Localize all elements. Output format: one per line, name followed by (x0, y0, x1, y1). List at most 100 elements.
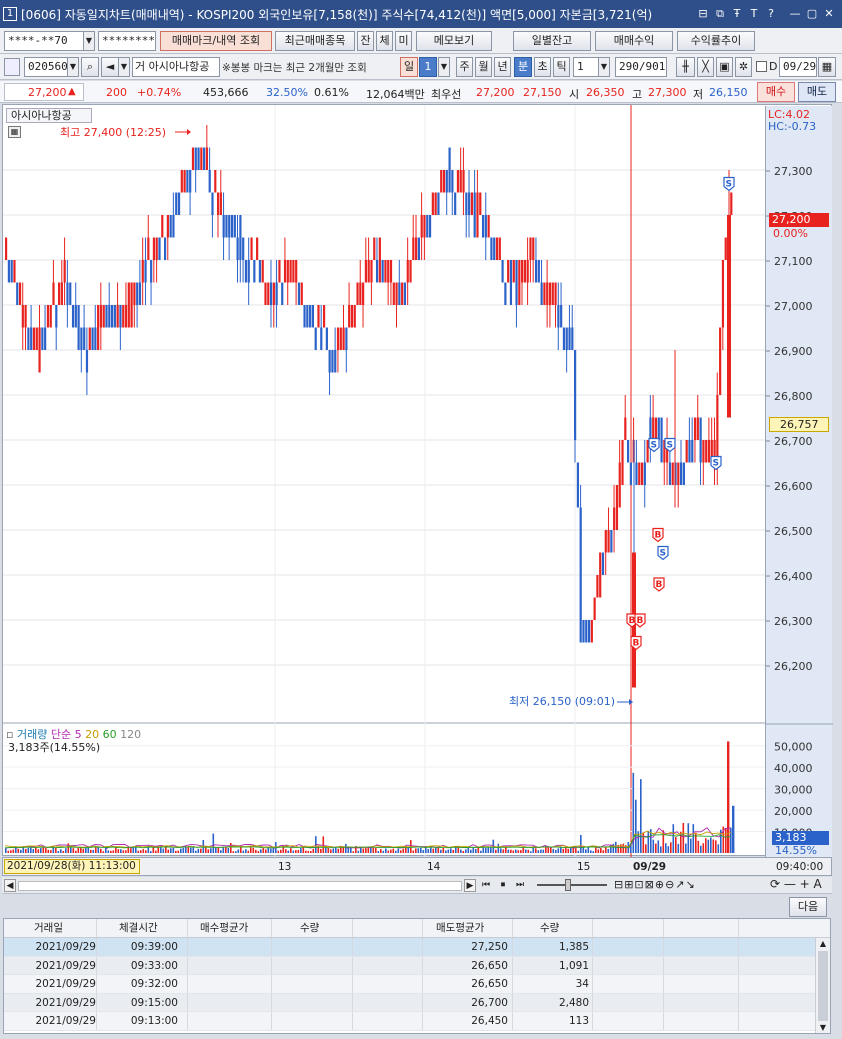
buy-button[interactable]: 매수 (757, 82, 795, 102)
chart-settings-icon[interactable] (4, 58, 20, 76)
sell-button[interactable]: 매도 (798, 82, 836, 102)
period-week-button[interactable]: 주 (456, 57, 473, 77)
maximize-icon[interactable]: ▢ (805, 7, 819, 21)
interval-input[interactable]: 1 (573, 57, 599, 77)
volume-bar (320, 848, 322, 853)
sound-dropdown-icon[interactable]: ▼ (118, 57, 130, 77)
save-icon[interactable]: ▣ (716, 57, 733, 77)
memo-button[interactable]: 메모보기 (416, 31, 492, 51)
period-dropdown-icon[interactable]: ▼ (438, 57, 450, 77)
speaker-icon[interactable]: ◄ (101, 57, 119, 77)
stock-name-field[interactable]: 거 아시아나항공 (132, 57, 220, 77)
candle-body (509, 260, 513, 305)
table-row[interactable]: 2021/09/29 09:39:00 27,250 1,385 (4, 938, 830, 957)
volume-bar (602, 850, 605, 853)
password-input[interactable]: ******** (98, 31, 156, 51)
help-icon[interactable]: ? (764, 7, 778, 21)
last-icon[interactable]: ⏭ (513, 879, 527, 892)
interval-dropdown-icon[interactable]: ▼ (598, 57, 610, 77)
minimize-icon[interactable]: — (788, 7, 802, 21)
price-chart[interactable]: B BBBSBS SSS (3, 105, 765, 857)
table-cell-sell-avg: 26,650 (471, 959, 508, 972)
period-second-button[interactable]: 초 (534, 57, 551, 77)
drawing-tools-icons[interactable]: ⊟⊞⊡⊠⊕⊖↗↘ (614, 878, 696, 891)
recent-trades-button[interactable]: 최근매매종목 (275, 31, 355, 51)
table-cell-sell-qty: 113 (568, 1015, 589, 1027)
table-row[interactable]: 2021/09/29 09:15:00 26,700 2,480 (4, 993, 830, 1012)
candle-body (716, 395, 719, 463)
candle-body (568, 327, 571, 350)
account-input[interactable]: ****-**70 (4, 31, 84, 51)
date-checkbox[interactable] (756, 61, 767, 72)
candle-body (434, 192, 437, 215)
executed-button[interactable]: 체 (376, 31, 393, 51)
data-count-field[interactable]: 290/901 (615, 57, 667, 77)
period-year-button[interactable]: 년 (494, 57, 511, 77)
volume-bar (220, 850, 222, 853)
trade-profit-button[interactable]: 매매수익 (595, 31, 673, 51)
candle-body (705, 440, 708, 463)
table-row[interactable]: 2021/09/29 09:13:00 26,450 113 (4, 1012, 830, 1031)
stop-icon[interactable]: ⏹ (496, 879, 510, 892)
scroll-right-icon[interactable]: ▶ (464, 879, 476, 892)
volume-bar (177, 850, 180, 853)
pin-icon[interactable]: Ŧ (730, 7, 744, 21)
candle-body (562, 327, 566, 350)
profit-trend-button[interactable]: 수익률추이 (677, 31, 755, 51)
table-scroll-thumb[interactable] (818, 951, 828, 1021)
table-grid-icon[interactable]: ▦ (8, 126, 21, 138)
x-cursor-label: 2021/09/28(화) 11:13:00 (4, 859, 140, 874)
table-scroll-up-icon[interactable]: ▲ (816, 938, 830, 950)
first-icon[interactable]: ⏮ (479, 879, 493, 892)
volume-bar (517, 850, 520, 853)
trade-mark-query-button[interactable]: 매매마크/내역 조회 (160, 31, 272, 51)
candle-body (640, 462, 644, 485)
gear-icon[interactable]: ✲ (735, 57, 752, 77)
window-number-badge[interactable]: 1 (3, 7, 17, 21)
zoom-slider[interactable] (537, 884, 607, 886)
candle-body (727, 215, 731, 418)
candle-body (83, 327, 86, 350)
unfilled-button[interactable]: 미 (395, 31, 412, 51)
popout-icon[interactable]: ⧉ (713, 7, 727, 21)
volume-bar (607, 848, 610, 853)
volume-bar (505, 846, 507, 853)
chart-panel[interactable]: BBBBSBSSSS (2, 104, 832, 857)
candle-body (412, 237, 415, 260)
account-dropdown-icon[interactable]: ▼ (83, 31, 95, 51)
trade-mark-label: B (637, 616, 644, 626)
font-icon[interactable]: T (747, 7, 761, 21)
period-minute-button[interactable]: 분 (514, 57, 532, 77)
table-scrollbar[interactable]: ▲ ▼ (815, 938, 830, 1033)
candle-body (214, 170, 217, 193)
table-scroll-down-icon[interactable]: ▼ (816, 1022, 830, 1034)
calendar-icon[interactable]: ▦ (818, 57, 836, 77)
scroll-left-icon[interactable]: ◀ (4, 879, 16, 892)
table-row[interactable]: 2021/09/29 09:33:00 26,650 1,091 (4, 956, 830, 975)
period-day-button[interactable]: 일 (400, 57, 418, 77)
period-value-field[interactable]: 1 (419, 57, 437, 77)
link-icon[interactable]: ⊟ (696, 7, 710, 21)
zoom-slider-thumb[interactable] (565, 879, 571, 891)
zoom-controls-icon[interactable]: ⟳ — + A (770, 877, 822, 891)
code-dropdown-icon[interactable]: ▼ (67, 57, 79, 77)
period-month-button[interactable]: 월 (475, 57, 492, 77)
table-row[interactable]: 2021/09/29 09:32:00 26,650 34 (4, 975, 830, 994)
volume-bar (530, 851, 532, 853)
candle-type-icon[interactable]: ╫ (676, 57, 695, 77)
volume-bar (490, 847, 492, 853)
horizontal-scrollbar[interactable] (18, 881, 462, 891)
search-icon[interactable]: ⌕ (81, 57, 99, 77)
date-input[interactable]: 09/29 (779, 57, 817, 77)
candle-body (281, 282, 284, 305)
line-tool-icon[interactable]: ╳ (697, 57, 714, 77)
candle-body (476, 192, 479, 238)
period-tick-button[interactable]: 틱 (553, 57, 570, 77)
next-button[interactable]: 다음 (789, 897, 827, 917)
volume-bar (527, 849, 530, 853)
stock-code-input[interactable]: 020560 (24, 57, 68, 77)
daily-balance-button[interactable]: 일별잔고 (513, 31, 591, 51)
close-icon[interactable]: ✕ (822, 7, 836, 21)
volume-bar (145, 850, 147, 853)
balance-button[interactable]: 잔 (357, 31, 374, 51)
